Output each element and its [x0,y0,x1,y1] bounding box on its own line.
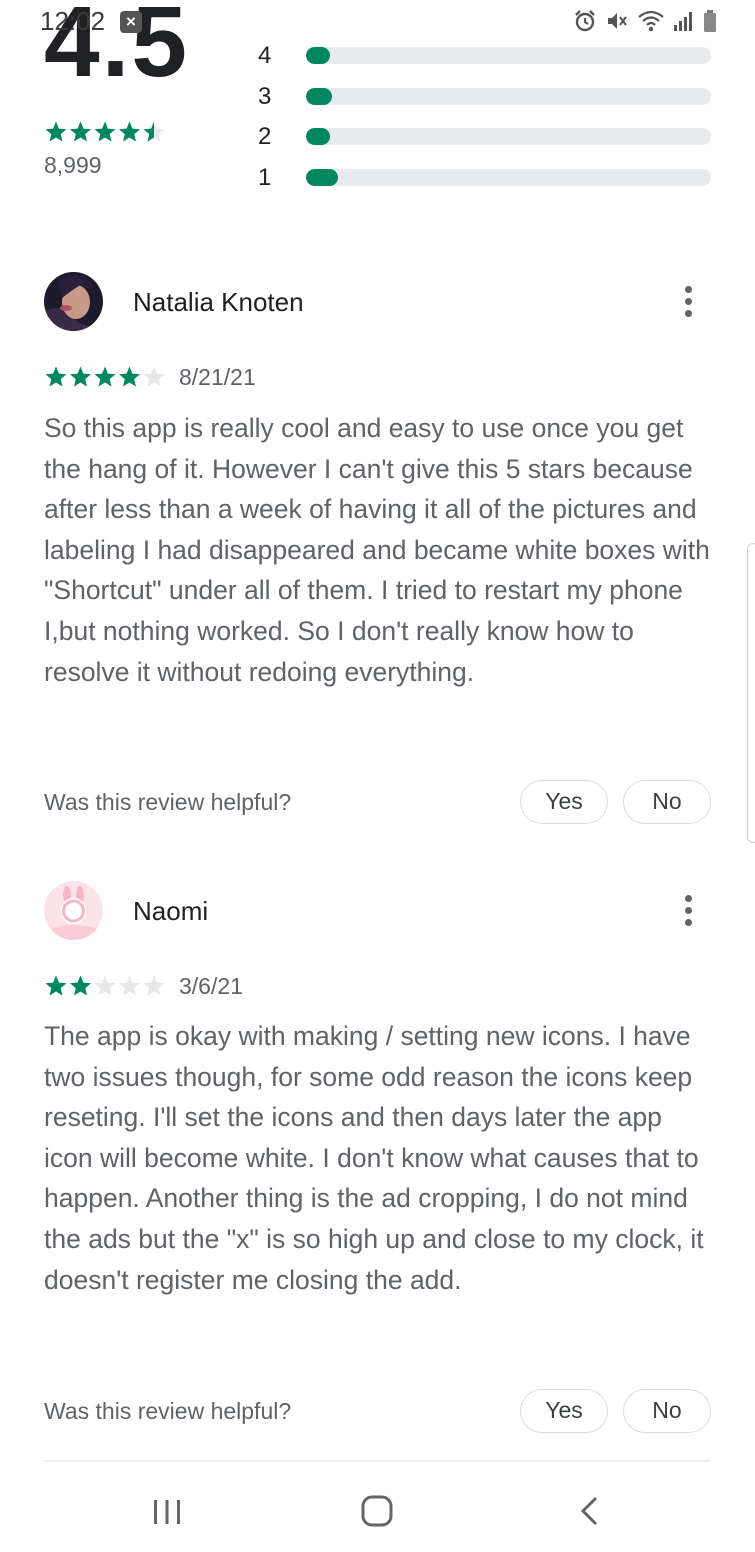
recent-apps-icon[interactable] [142,1490,192,1534]
star-icon [45,975,67,996]
star-icon [119,366,140,387]
summary-stars [44,120,166,149]
helpful-no-button[interactable]: No [623,1389,711,1433]
wifi-icon [638,10,664,32]
review-date: 3/6/21 [179,973,243,999]
helpful-yes-button[interactable]: Yes [520,780,608,824]
rating-bar-track [306,128,711,145]
star-icon [119,121,140,142]
rating-bar-4: 4 [258,42,712,72]
rating-bar-fill [306,88,333,105]
battery-icon [704,10,716,32]
star-icon [94,121,116,142]
rating-bar-3: 3 [258,83,712,113]
more-options-icon[interactable] [672,891,706,931]
rating-bar-track [306,88,711,105]
review-stars [44,974,166,1003]
mute-icon [608,13,627,29]
rating-bar-track [306,169,711,186]
helpful-no-button[interactable]: No [623,780,711,824]
rating-bar-track [306,47,711,64]
half-star-icon [143,121,165,142]
rating-bar-label: 2 [258,123,272,150]
avatar[interactable] [44,272,103,331]
rating-bar-1: 1 [258,164,712,194]
signal-icon [674,12,692,31]
reviewer-name: Naomi [133,896,209,926]
review-text: The app is okay with making / setting ne… [44,1021,704,1295]
rating-bar-fill [306,169,339,186]
review-date: 8/21/21 [179,364,256,390]
close-notification-icon: × [120,11,142,33]
review-stars [44,365,166,394]
empty-star-icon [143,975,165,996]
empty-star-icon [143,366,165,387]
review-text: So this app is really cool and easy to u… [44,413,710,687]
rating-bar-fill [306,47,331,64]
rating-bar-2: 2 [258,123,712,153]
helpful-question: Was this review helpful? [44,1398,292,1424]
status-bar: 12:02 × [0,0,755,44]
rating-bar-label: 1 [258,164,272,191]
star-icon [70,975,91,996]
star-icon [45,121,67,142]
rating-bar-label: 4 [258,42,272,69]
navigation-bar [0,1470,755,1552]
back-icon[interactable] [565,1490,615,1534]
rating-count: 8,999 [44,152,102,178]
helpful-question: Was this review helpful? [44,789,292,815]
star-icon [70,121,91,142]
more-options-icon[interactable] [672,282,706,322]
helpful-yes-button[interactable]: Yes [520,1389,608,1433]
divider [44,1460,710,1462]
home-icon[interactable] [352,1490,402,1534]
reviewer-name: Natalia Knoten [133,287,304,317]
alarm-icon [575,10,595,32]
status-icons [573,9,717,33]
empty-star-icon [119,975,140,996]
rating-bar-fill [306,128,331,145]
star-icon [70,366,91,387]
rating-bar-label: 3 [258,83,272,110]
empty-star-icon [94,975,116,996]
status-time: 12:02 [40,6,106,36]
star-icon [94,366,116,387]
avatar[interactable] [44,881,103,940]
star-icon [45,366,67,387]
scrollbar[interactable] [747,543,755,843]
